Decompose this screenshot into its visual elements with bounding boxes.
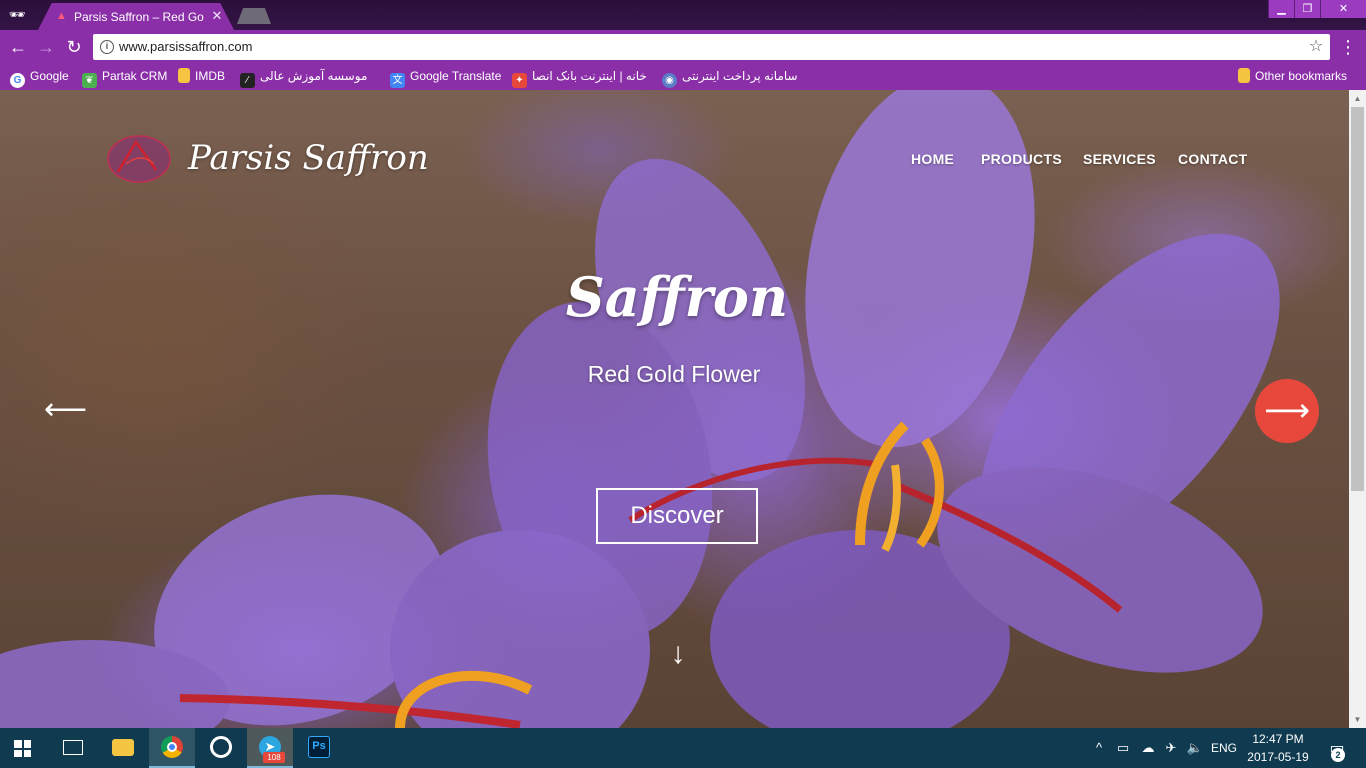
- page-scrollbar[interactable]: ▲ ▼: [1349, 90, 1366, 728]
- chrome-icon: [161, 736, 183, 758]
- back-arrow-icon[interactable]: ←: [6, 35, 30, 59]
- telegram-unread-badge: 108: [263, 752, 285, 763]
- bookmark-imdb[interactable]: IMDB: [178, 67, 225, 86]
- taskbar-photoshop[interactable]: Ps: [296, 728, 342, 768]
- taskbar-file-explorer[interactable]: [100, 728, 146, 768]
- notification-count: 2: [1331, 748, 1345, 762]
- tab-close-icon[interactable]: ✕: [210, 8, 224, 24]
- site-favicon-icon: ▲: [56, 10, 67, 22]
- scroll-up-icon[interactable]: ▲: [1349, 90, 1366, 107]
- scrollbar-thumb[interactable]: [1351, 107, 1364, 491]
- battery-icon[interactable]: ▭: [1114, 740, 1132, 756]
- clock-time[interactable]: 12:47 PM: [1246, 732, 1310, 747]
- task-view-button[interactable]: [50, 728, 96, 768]
- chart-icon: ⁄: [240, 73, 255, 88]
- scroll-down-icon[interactable]: ▼: [1349, 711, 1366, 728]
- nav-home[interactable]: HOME: [911, 150, 954, 168]
- site-info-icon[interactable]: i: [100, 40, 114, 54]
- circle-app-icon: [210, 736, 232, 758]
- photoshop-icon: Ps: [308, 736, 330, 758]
- bank-icon: ✦: [512, 73, 527, 88]
- incognito-icon: 🕶: [8, 7, 26, 22]
- chrome-menu-icon[interactable]: ⋮: [1338, 35, 1358, 59]
- folder-icon: [178, 68, 190, 83]
- browser-tab-active[interactable]: ▲ Parsis Saffron – Red Gold ✕: [38, 3, 234, 30]
- bookmark-institute[interactable]: ⁄ موسسه آموزش عالی: [240, 67, 367, 88]
- start-button[interactable]: [0, 728, 46, 768]
- onedrive-cloud-icon[interactable]: ☁: [1138, 740, 1158, 756]
- nav-products[interactable]: PRODUCTS: [981, 150, 1062, 168]
- volume-icon[interactable]: 🔈: [1186, 740, 1204, 756]
- minimize-button[interactable]: ▁: [1268, 0, 1294, 18]
- hero-section: Parsis Saffron HOME PRODUCTS SERVICES CO…: [0, 90, 1349, 728]
- windows-logo-icon: [14, 740, 31, 757]
- network-icon[interactable]: ✈: [1162, 740, 1180, 756]
- taskbar-chrome[interactable]: [149, 728, 195, 768]
- window-controls: ▁ ❐ ✕: [1268, 0, 1366, 18]
- brand-name[interactable]: Parsis Saffron: [188, 136, 429, 180]
- browser-toolbar: ← → ↻ i www.parsissaffron.com ☆ ⋮: [0, 30, 1366, 63]
- tab-title: Parsis Saffron – Red Gold: [74, 10, 204, 24]
- bookmark-google-translate[interactable]: 文 Google Translate: [390, 67, 501, 88]
- taskbar-circle-app[interactable]: [198, 728, 244, 768]
- bookmark-star-icon[interactable]: ☆: [1307, 37, 1325, 57]
- bookmarks-bar: G Google ❦ Partak CRM IMDB ⁄ موسسه آموزش عا…: [0, 63, 1366, 90]
- folder-icon: [1238, 68, 1250, 83]
- browser-titlebar: 🕶 ▲ Parsis Saffron – Red Gold ✕ ▁ ❐ ✕: [0, 0, 1366, 30]
- address-bar[interactable]: i www.parsissaffron.com ☆: [93, 34, 1330, 60]
- payment-icon: ◉: [662, 73, 677, 88]
- discover-button[interactable]: Discover: [596, 488, 758, 544]
- translate-icon: 文: [390, 73, 405, 88]
- scroll-down-arrow-icon[interactable]: ↓: [664, 638, 692, 670]
- saffron-flower-background: [0, 90, 1280, 728]
- hero-subtitle: Red Gold Flower: [587, 361, 761, 387]
- close-window-button[interactable]: ✕: [1320, 0, 1366, 18]
- bookmark-ansar-bank[interactable]: ✦ خانه | اینترنت بانک انصا: [512, 67, 647, 88]
- maximize-button[interactable]: ❐: [1294, 0, 1320, 18]
- clock-date[interactable]: 2017-05-19: [1246, 750, 1310, 765]
- reload-icon[interactable]: ↻: [62, 35, 86, 59]
- url-text[interactable]: www.parsissaffron.com: [119, 39, 252, 55]
- nav-contact[interactable]: CONTACT: [1178, 150, 1248, 168]
- google-icon: G: [10, 73, 25, 88]
- file-explorer-icon: [112, 739, 134, 756]
- nav-services[interactable]: SERVICES: [1083, 150, 1156, 168]
- leaf-icon: ❦: [82, 73, 97, 88]
- bookmark-google[interactable]: G Google: [10, 67, 69, 88]
- carousel-next-arrow-icon[interactable]: ⟶: [1255, 379, 1319, 443]
- bookmark-partak-crm[interactable]: ❦ Partak CRM: [82, 67, 167, 88]
- show-hidden-icons-icon[interactable]: ^: [1091, 740, 1107, 756]
- carousel-prev-arrow-icon[interactable]: ⟵: [44, 394, 87, 426]
- hero-title: Saffron: [565, 265, 789, 329]
- forward-arrow-icon[interactable]: →: [34, 35, 58, 59]
- other-bookmarks[interactable]: Other bookmarks: [1238, 67, 1347, 86]
- bookmark-payment[interactable]: ◉ سامانه پرداخت اینترنتی: [662, 67, 798, 88]
- input-language[interactable]: ENG: [1208, 740, 1240, 756]
- task-view-icon: [63, 740, 83, 755]
- parsis-logo[interactable]: [106, 134, 172, 184]
- new-tab-button[interactable]: [237, 8, 271, 24]
